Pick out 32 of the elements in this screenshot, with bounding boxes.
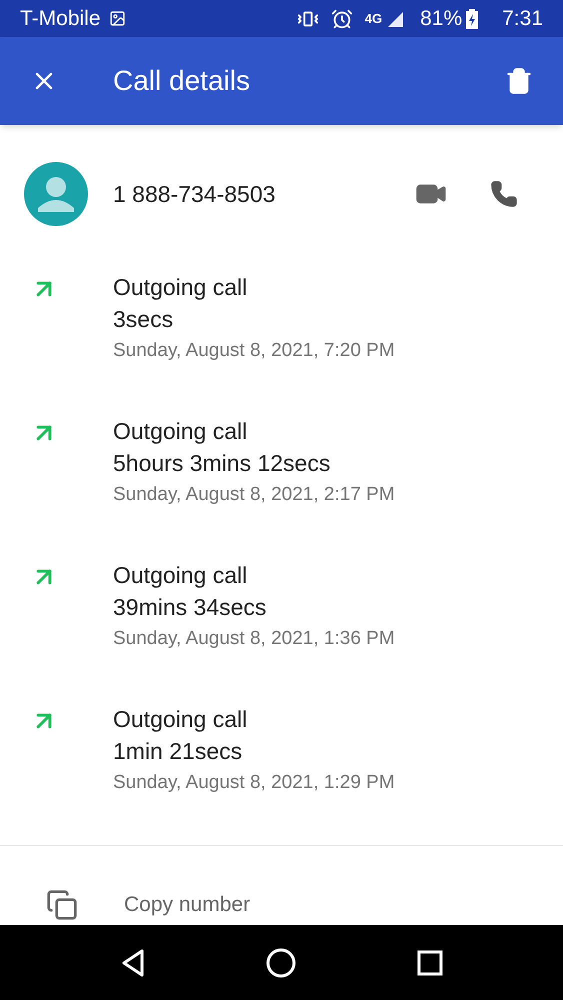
signal-icon [386, 10, 404, 28]
screen-title: Call details [113, 64, 250, 98]
call-date: Sunday, August 8, 2021, 1:29 PM [113, 771, 395, 795]
carrier-name: T-Mobile [20, 6, 101, 32]
network-type: 4G [364, 10, 382, 28]
call-date: Sunday, August 8, 2021, 7:20 PM [113, 339, 395, 363]
trash-icon [505, 66, 533, 96]
screenshot-notification-icon [108, 10, 126, 27]
call-duration: 5hours 3mins 12secs [113, 449, 332, 478]
call-duration: 1min 21secs [113, 737, 244, 766]
call-duration: 39mins 34secs [113, 593, 268, 622]
phone-number: 1 888-734-8503 [113, 180, 276, 209]
recents-button[interactable] [416, 950, 443, 976]
call-duration: 3secs [113, 305, 174, 334]
call-type: Outgoing call [113, 273, 248, 302]
avatar-icon [24, 162, 88, 226]
call-type: Outgoing call [113, 417, 248, 446]
call-button[interactable] [489, 179, 519, 209]
phone-icon [490, 180, 518, 208]
delete-button[interactable] [505, 66, 533, 96]
call-date: Sunday, August 8, 2021, 1:36 PM [113, 627, 395, 651]
copy-icon [46, 889, 78, 921]
back-button[interactable] [120, 948, 146, 978]
call-date: Sunday, August 8, 2021, 2:17 PM [113, 483, 395, 507]
battery-percent: 81% [420, 6, 462, 32]
call-type: Outgoing call [113, 561, 248, 590]
battery-charging-icon [466, 8, 478, 28]
copy-number-action[interactable]: Copy number [124, 889, 250, 921]
alarm-icon [330, 8, 353, 30]
clock: 7:31 [502, 6, 543, 32]
call-type: Outgoing call [113, 705, 248, 734]
home-button[interactable] [266, 948, 296, 978]
